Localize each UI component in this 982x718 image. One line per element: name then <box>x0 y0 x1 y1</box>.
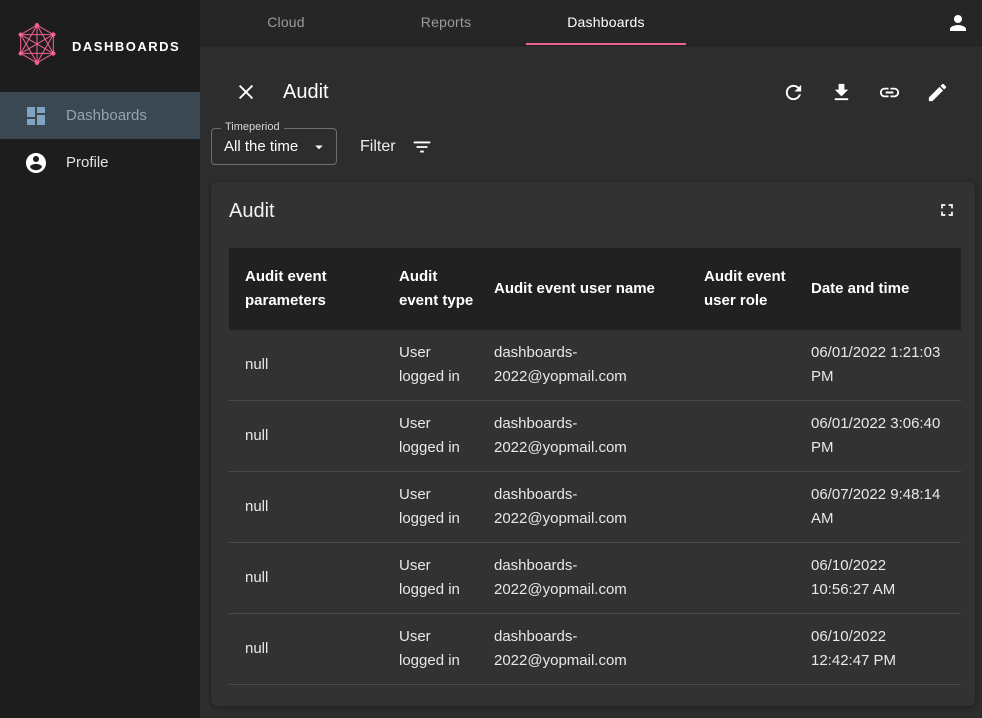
fullscreen-icon[interactable] <box>937 200 957 220</box>
sidebar-item-dashboards[interactable]: Dashboards <box>0 92 200 139</box>
sidebar-item-profile[interactable]: Profile <box>0 139 200 186</box>
cell-datetime: 06/01/2022 3:06:40 PM <box>811 401 961 472</box>
cell-user: dashboards-2022@yopmail.com <box>494 472 704 543</box>
filter-list-icon[interactable] <box>411 136 433 158</box>
account-icon[interactable] <box>946 11 970 35</box>
column-header-username: Audit event user name <box>494 248 704 330</box>
column-header-userrole: Audit event user role <box>704 248 811 330</box>
tab-cloud[interactable]: Cloud <box>206 0 366 45</box>
sidebar-header: DASHBOARDS <box>0 0 200 92</box>
audit-card: Audit Audit event parameters Audit event… <box>211 182 975 706</box>
cell-type: User logged in <box>399 401 494 472</box>
cell-type: User logged in <box>399 543 494 614</box>
cell-role <box>704 401 811 472</box>
card-title: Audit <box>229 200 275 223</box>
cell-role <box>704 472 811 543</box>
cell-type: User logged in <box>399 614 494 685</box>
view-actions <box>782 81 949 104</box>
card-header: Audit <box>229 200 957 223</box>
cell-user: dashboards-2022@yopmail.com <box>494 330 704 401</box>
audit-table: Audit event parameters Audit event type … <box>229 248 957 685</box>
sidebar-item-label: Profile <box>66 154 109 171</box>
column-header-datetime: Date and time <box>811 248 961 330</box>
cell-type: User logged in <box>399 472 494 543</box>
cell-params: null <box>229 401 399 472</box>
audit-table-body: null User logged in dashboards-2022@yopm… <box>229 330 961 685</box>
tab-reports[interactable]: Reports <box>366 0 526 45</box>
table-row: null User logged in dashboards-2022@yopm… <box>229 614 961 685</box>
sidebar-item-label: Dashboards <box>66 107 147 124</box>
cell-params: null <box>229 543 399 614</box>
cell-params: null <box>229 330 399 401</box>
brand-logo-icon <box>14 21 60 72</box>
cell-user: dashboards-2022@yopmail.com <box>494 543 704 614</box>
person-circle-icon <box>24 151 48 175</box>
column-header-params: Audit event parameters <box>229 248 399 330</box>
cell-user: dashboards-2022@yopmail.com <box>494 614 704 685</box>
cell-role <box>704 330 811 401</box>
cell-params: null <box>229 472 399 543</box>
timeperiod-label: Timeperiod <box>221 121 284 133</box>
refresh-icon[interactable] <box>782 81 805 104</box>
cell-user: dashboards-2022@yopmail.com <box>494 401 704 472</box>
tab-bar: Cloud Reports Dashboards <box>206 0 686 45</box>
download-icon[interactable] <box>830 81 853 104</box>
close-icon[interactable] <box>235 81 257 103</box>
cell-datetime: 06/01/2022 1:21:03 PM <box>811 330 961 401</box>
timeperiod-value: All the time <box>224 138 310 155</box>
filter-row: Timeperiod All the time Filter <box>211 128 982 165</box>
table-row: null User logged in dashboards-2022@yopm… <box>229 543 961 614</box>
cell-role <box>704 543 811 614</box>
cell-datetime: 06/10/2022 12:42:47 PM <box>811 614 961 685</box>
cell-datetime: 06/07/2022 9:48:14 AM <box>811 472 961 543</box>
sidebar: DASHBOARDS Dashboards Profile <box>0 0 200 718</box>
edit-icon[interactable] <box>926 81 949 104</box>
tab-dashboards[interactable]: Dashboards <box>526 0 686 45</box>
table-row: null User logged in dashboards-2022@yopm… <box>229 401 961 472</box>
view-header: Audit <box>235 72 949 112</box>
brand-name: DASHBOARDS <box>72 39 180 54</box>
column-header-type: Audit event type <box>399 248 494 330</box>
filter-button-label[interactable]: Filter <box>360 138 396 156</box>
table-header-row: Audit event parameters Audit event type … <box>229 248 961 330</box>
page-title: Audit <box>283 81 329 104</box>
cell-type: User logged in <box>399 330 494 401</box>
table-row: null User logged in dashboards-2022@yopm… <box>229 472 961 543</box>
top-navigation: Cloud Reports Dashboards <box>200 0 982 46</box>
cell-role <box>704 614 811 685</box>
chevron-down-icon <box>310 138 328 156</box>
dashboard-icon <box>24 104 48 128</box>
link-icon[interactable] <box>878 81 901 104</box>
cell-params: null <box>229 614 399 685</box>
timeperiod-select[interactable]: Timeperiod All the time <box>211 128 337 165</box>
main-area: Cloud Reports Dashboards Audit <box>200 0 982 718</box>
cell-datetime: 06/10/2022 10:56:27 AM <box>811 543 961 614</box>
table-row: null User logged in dashboards-2022@yopm… <box>229 330 961 401</box>
